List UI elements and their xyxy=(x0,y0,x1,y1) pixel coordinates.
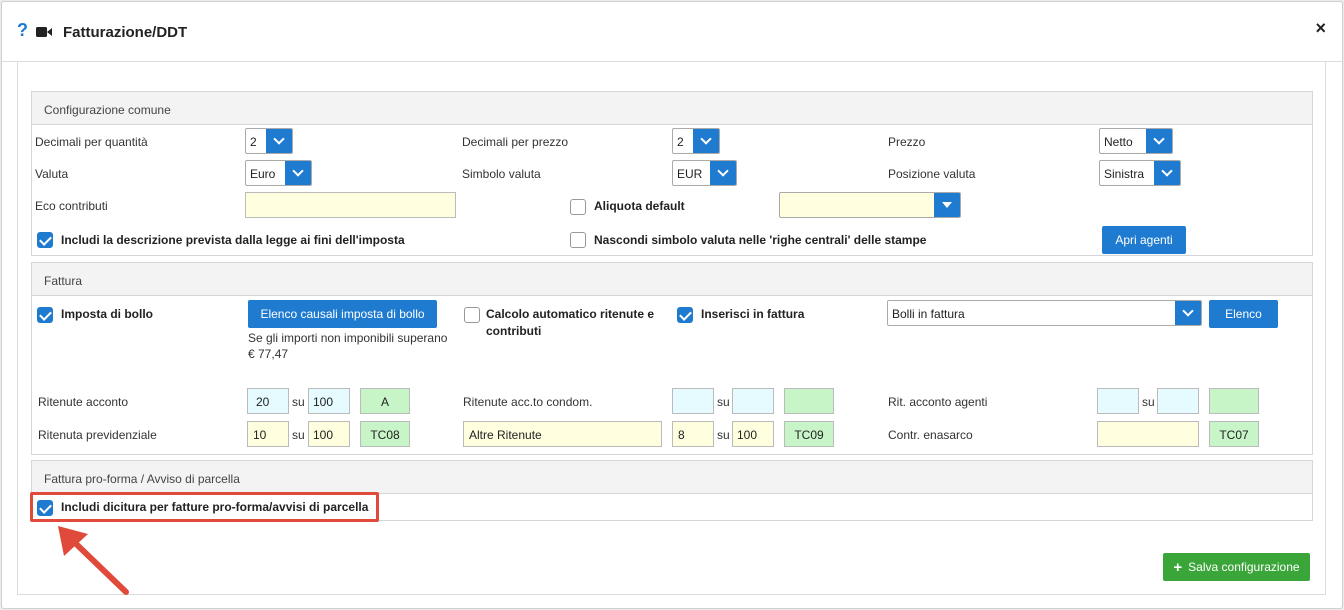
video-icon[interactable] xyxy=(36,26,52,38)
panel-heading: Configurazione comune xyxy=(32,92,1312,125)
rit-agenti-perc-input[interactable] xyxy=(1097,388,1139,414)
includi-descrizione-label: Includi la descrizione prevista dalla le… xyxy=(61,233,405,247)
nascondi-simbolo-label: Nascondi simbolo valuta nelle 'righe cen… xyxy=(594,233,927,247)
su-label: su xyxy=(1142,395,1155,409)
ritenute-acconto-perc-input[interactable]: 20 xyxy=(247,388,289,414)
enasarco-label: Contr. enasarco xyxy=(888,428,973,442)
modal-header: ? Fatturazione/DDT × xyxy=(2,2,1342,62)
prezzo-select[interactable]: Netto xyxy=(1099,128,1173,154)
chevron-down-icon xyxy=(1146,129,1172,153)
inserisci-fattura-label: Inserisci in fattura xyxy=(701,307,805,321)
ritenute-condom-code-input[interactable] xyxy=(784,388,834,414)
ritenute-acconto-base-input[interactable]: 100 xyxy=(308,388,350,414)
simbolo-valuta-select[interactable]: EUR xyxy=(672,160,737,186)
eco-contributi-input[interactable] xyxy=(245,192,456,218)
posizione-valuta-label: Posizione valuta xyxy=(888,167,976,181)
ritenute-condom-label: Ritenute acc.to condom. xyxy=(463,395,593,409)
select-value: EUR xyxy=(677,167,703,181)
salva-configurazione-button[interactable]: + Salva configurazione xyxy=(1163,553,1310,581)
soglia-text: Se gli importi non imponibili superano xyxy=(248,331,448,345)
inserisci-fattura-checkbox[interactable] xyxy=(677,307,693,323)
bolli-select[interactable]: Bolli in fattura xyxy=(887,300,1202,326)
aliquota-default-checkbox[interactable] xyxy=(570,199,586,215)
decimali-quantita-label: Decimali per quantità xyxy=(35,135,148,149)
select-value: Sinistra xyxy=(1104,167,1145,181)
ritenuta-previdenziale-base-input[interactable]: 100 xyxy=(308,421,350,447)
soglia-amount: € 77,47 xyxy=(248,347,289,361)
aliquota-default-select[interactable] xyxy=(779,192,961,218)
rit-agenti-label: Rit. acconto agenti xyxy=(888,395,988,409)
rit-agenti-code-input[interactable] xyxy=(1209,388,1259,414)
rit-agenti-base-input[interactable] xyxy=(1157,388,1199,414)
altre-ritenute-code-input[interactable]: TC09 xyxy=(784,421,834,447)
ritenuta-previdenziale-label: Ritenuta previdenziale xyxy=(38,428,157,442)
select-value xyxy=(780,193,934,217)
close-icon[interactable]: × xyxy=(1315,18,1326,39)
ritenute-acconto-label: Ritenute acconto xyxy=(38,395,129,409)
su-label: su xyxy=(717,395,730,409)
valuta-label: Valuta xyxy=(35,167,69,181)
chevron-down-icon xyxy=(266,129,292,153)
decimali-prezzo-label: Decimali per prezzo xyxy=(462,135,569,149)
altre-ritenute-perc-input[interactable]: 8 xyxy=(672,421,714,447)
help-icon[interactable]: ? xyxy=(17,20,28,41)
imposta-bollo-checkbox[interactable] xyxy=(37,307,53,323)
chevron-down-icon xyxy=(1154,161,1180,185)
annotation-arrow-icon xyxy=(58,526,129,595)
modal-title: Fatturazione/DDT xyxy=(63,24,188,41)
select-value: Bolli in fattura xyxy=(892,307,965,321)
enasarco-code-input[interactable]: TC07 xyxy=(1209,421,1259,447)
panel-heading: Fattura xyxy=(32,263,1312,296)
altre-ritenute-base-input[interactable]: 100 xyxy=(732,421,774,447)
ritenuta-previdenziale-code-input[interactable]: TC08 xyxy=(360,421,410,447)
includi-descrizione-checkbox[interactable] xyxy=(37,232,53,248)
plus-icon: + xyxy=(1173,558,1183,576)
elenco-causali-button[interactable]: Elenco causali imposta di bollo xyxy=(248,300,437,328)
su-label: su xyxy=(292,428,305,442)
chevron-down-icon xyxy=(1175,301,1201,325)
calcolo-automatico-label-2: contributi xyxy=(486,324,542,338)
aliquota-default-label: Aliquota default xyxy=(594,199,685,213)
decimali-quantita-select[interactable]: 2 xyxy=(245,128,293,154)
includi-dicitura-checkbox[interactable] xyxy=(37,500,53,516)
salva-configurazione-label: Salva configurazione xyxy=(1188,560,1300,574)
elenco-button[interactable]: Elenco xyxy=(1209,300,1278,328)
ritenute-condom-base-input[interactable] xyxy=(732,388,774,414)
decimali-prezzo-select[interactable]: 2 xyxy=(672,128,720,154)
includi-dicitura-label: Includi dicitura per fatture pro-forma/a… xyxy=(61,500,369,514)
valuta-select[interactable]: Euro xyxy=(245,160,312,186)
chevron-down-icon xyxy=(710,161,736,185)
eco-contributi-label: Eco contributi xyxy=(35,199,108,213)
calcolo-automatico-label: Calcolo automatico ritenute e xyxy=(486,307,655,321)
caret-down-icon xyxy=(934,193,960,217)
su-label: su xyxy=(717,428,730,442)
imposta-bollo-label: Imposta di bollo xyxy=(61,307,153,321)
panel-heading: Fattura pro-forma / Avviso di parcella xyxy=(32,461,1312,494)
select-value: Netto xyxy=(1104,135,1133,149)
ritenuta-previdenziale-perc-input[interactable]: 10 xyxy=(247,421,289,447)
apri-agenti-button[interactable]: Apri agenti xyxy=(1102,226,1186,254)
su-label: su xyxy=(292,395,305,409)
simbolo-valuta-label: Simbolo valuta xyxy=(462,167,541,181)
chevron-down-icon xyxy=(693,129,719,153)
posizione-valuta-select[interactable]: Sinistra xyxy=(1099,160,1181,186)
enasarco-input[interactable] xyxy=(1097,421,1199,447)
chevron-down-icon xyxy=(285,161,311,185)
select-value: 2 xyxy=(250,135,257,149)
select-value: Euro xyxy=(250,167,276,181)
altre-ritenute-label-input[interactable]: Altre Ritenute xyxy=(463,421,662,447)
select-value: 2 xyxy=(677,135,684,149)
calcolo-automatico-checkbox[interactable] xyxy=(464,307,480,323)
prezzo-label: Prezzo xyxy=(888,135,926,149)
ritenute-acconto-code-input[interactable]: A xyxy=(360,388,410,414)
ritenute-condom-perc-input[interactable] xyxy=(672,388,714,414)
nascondi-simbolo-checkbox[interactable] xyxy=(570,232,586,248)
